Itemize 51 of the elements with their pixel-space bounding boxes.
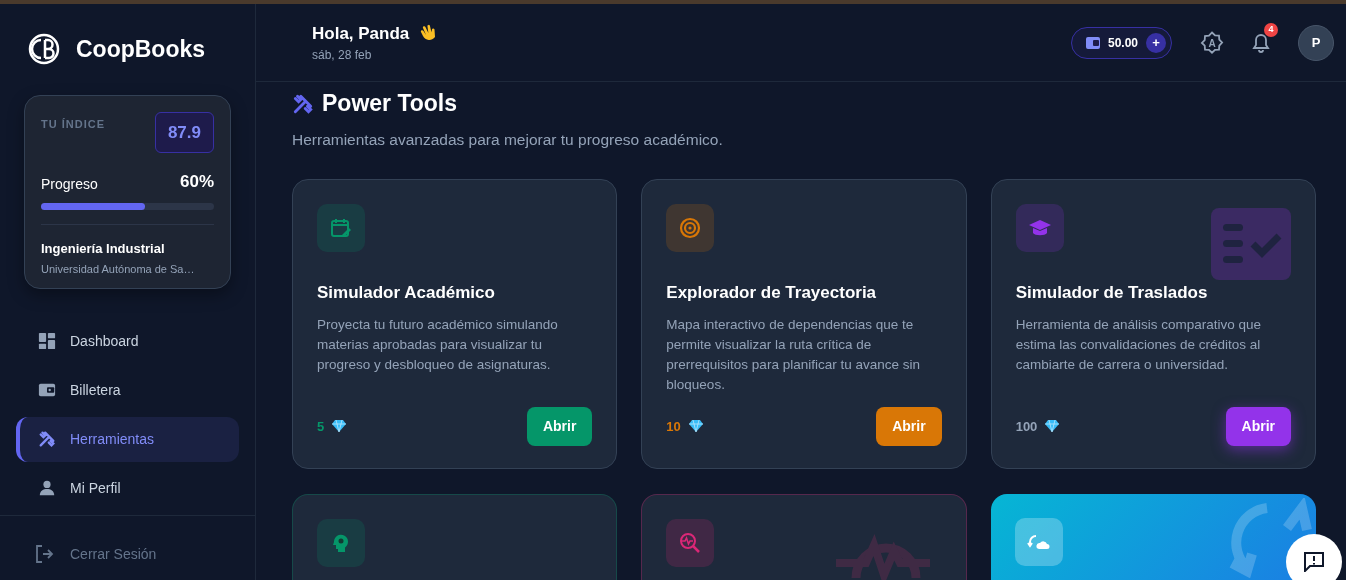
wallet-icon: [38, 381, 56, 399]
gem-icon: [688, 420, 703, 433]
tool-title: Simulador Académico: [317, 281, 496, 304]
logout-icon: [34, 544, 54, 564]
person-icon: [38, 479, 56, 497]
open-button[interactable]: Abrir: [526, 406, 593, 446]
open-button[interactable]: Abrir: [1225, 406, 1291, 446]
tool-description: Proyecta tu futuro académico simulando materias aprobadas para visualizar tu progreso y desbloqueo de asignaturas.: [317, 316, 559, 375]
tool-description: Mapa interactivo de dependencias que te permite visualizar la ruta crítica de prerrequisitos para planificar tu avance sin bloqueos.: [666, 316, 921, 395]
page-subtitle: Herramientas avanzadas para mejorar tu progreso académico.: [292, 129, 724, 150]
brand-name: CoopBooks: [76, 35, 206, 64]
notification-bell-icon[interactable]: [1252, 33, 1270, 54]
notification-count: 4: [1264, 22, 1278, 37]
wallet-icon: [1085, 36, 1100, 49]
feedback-icon: [1303, 552, 1325, 572]
sidebar-item[interactable]: Herramientas: [16, 416, 239, 462]
career-name: Ingeniería Industrial: [41, 239, 166, 258]
add-funds-button[interactable]: +: [1146, 32, 1166, 53]
graduation-cap-icon: [1027, 217, 1052, 238]
calendar-edit-icon: [330, 216, 352, 239]
tool-cost: 100: [1015, 417, 1038, 436]
logo-icon: [28, 33, 60, 66]
target-icon: [679, 216, 702, 239]
tool-title: Explorador de Trayectoria: [666, 281, 878, 304]
search-pulse-icon: [679, 531, 702, 554]
checklist-icon: [1211, 207, 1291, 280]
feedback-chat-button[interactable]: [1286, 534, 1342, 580]
index-label: TU ÍNDICE: [41, 116, 105, 132]
sidebar-item[interactable]: Mi Perfil: [16, 465, 239, 511]
balance-amount: 50.00: [1107, 34, 1138, 52]
tool-cost: 10: [666, 417, 681, 436]
date-text: sáb, 28 feb: [312, 47, 373, 65]
progress-label: Progreso: [41, 174, 98, 194]
tool-description: Herramienta de análisis comparativo que estima las convalidaciones de créditos al cambiarte de carrera o universidad.: [1015, 316, 1263, 375]
page-title: Power Tools: [322, 90, 458, 118]
gem-icon: [332, 420, 347, 433]
tool-title: Simulador de Traslados: [1015, 281, 1209, 304]
gem-icon: [1045, 420, 1060, 433]
progress-value: 60%: [179, 171, 214, 193]
tools-icon: [292, 92, 314, 115]
index-value: 87.9: [154, 111, 214, 153]
greeting: Hola, Panda: [312, 22, 410, 45]
university-name: Universidad Autónoma de Sa…: [41, 262, 196, 277]
logout-link[interactable]: Cerrar Sesión: [70, 543, 157, 565]
dashboard-icon: [38, 332, 56, 350]
tools-icon: [38, 430, 56, 448]
sidebar-item[interactable]: Billetera: [16, 367, 239, 413]
user-avatar[interactable]: P: [1298, 24, 1334, 61]
theme-icon[interactable]: A: [1200, 30, 1224, 55]
tool-cost: 5: [317, 417, 325, 436]
sidebar-item[interactable]: Dashboard: [16, 318, 239, 364]
